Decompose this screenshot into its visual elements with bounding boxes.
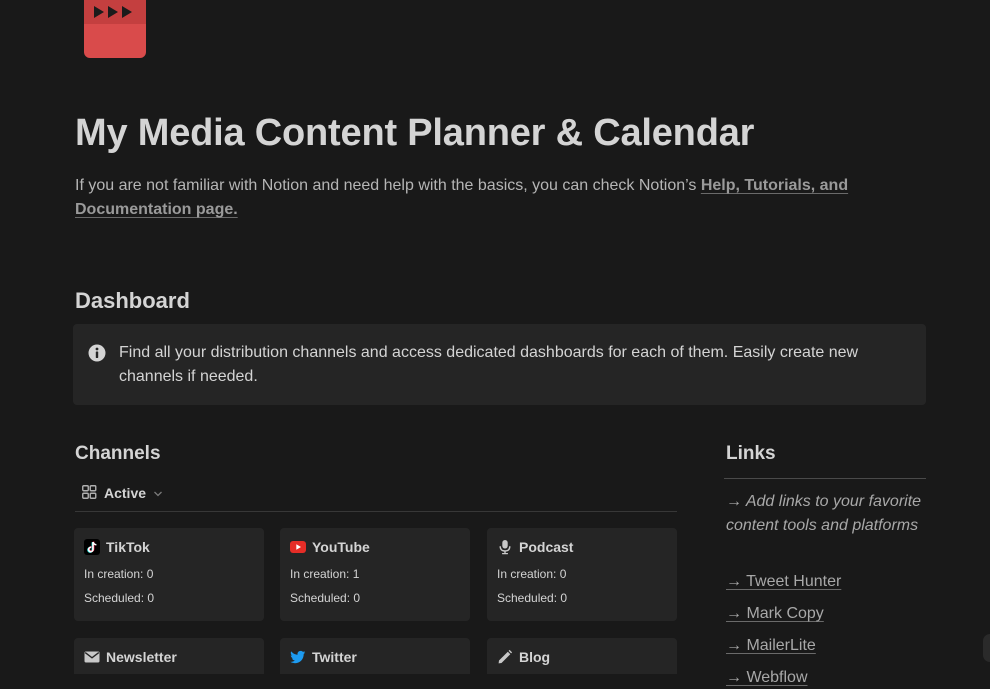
dashboard-heading: Dashboard bbox=[75, 288, 190, 313]
intro-text-body: If you are not familiar with Notion and … bbox=[75, 177, 701, 194]
link-webflow[interactable]: → Webflow bbox=[726, 667, 808, 689]
view-tab-active[interactable]: Active bbox=[82, 482, 163, 504]
page-title: My Media Content Planner & Calendar bbox=[75, 112, 755, 154]
link-mark-copy[interactable]: → Mark Copy bbox=[726, 603, 824, 625]
scrollbar-thumb[interactable] bbox=[983, 634, 990, 662]
pencil-icon bbox=[498, 649, 513, 664]
channel-card-twitter[interactable]: Twitter bbox=[280, 638, 470, 674]
channel-card-podcast[interactable]: Podcast In creation: 0 Scheduled: 0 bbox=[487, 528, 677, 621]
links-heading: Links bbox=[726, 443, 776, 464]
view-tab-label: Active bbox=[104, 485, 147, 501]
scheduled-count: Scheduled: 0 bbox=[290, 591, 361, 605]
microphone-icon bbox=[499, 540, 511, 555]
clapperboard-icon[interactable] bbox=[84, 0, 146, 58]
channel-card-title: Newsletter bbox=[106, 649, 177, 665]
chevron-down-icon bbox=[153, 485, 163, 501]
in-creation-count: In creation: 0 bbox=[497, 567, 567, 581]
scheduled-count: Scheduled: 0 bbox=[84, 591, 155, 605]
twitter-icon bbox=[290, 650, 306, 664]
callout-text: Find all your distribution channels and … bbox=[119, 344, 859, 385]
youtube-icon bbox=[290, 541, 306, 553]
channel-card-youtube[interactable]: YouTube In creation: 1 Scheduled: 0 bbox=[280, 528, 470, 621]
in-creation-count: In creation: 0 bbox=[84, 567, 154, 581]
gallery-icon bbox=[82, 484, 97, 502]
scheduled-count: Scheduled: 0 bbox=[497, 591, 568, 605]
channel-card-title: YouTube bbox=[312, 539, 370, 555]
view-divider bbox=[75, 511, 677, 512]
channel-card-newsletter[interactable]: Newsletter bbox=[74, 638, 264, 674]
tiktok-icon bbox=[84, 539, 100, 555]
links-divider bbox=[724, 478, 926, 479]
channels-heading: Channels bbox=[75, 443, 161, 464]
channel-card-title: Podcast bbox=[519, 539, 574, 555]
channel-card-tiktok[interactable]: TikTok In creation: 0 Scheduled: 0 bbox=[74, 528, 264, 621]
info-icon bbox=[88, 344, 106, 362]
link-mailerlite[interactable]: → MailerLite bbox=[726, 635, 816, 657]
channel-card-title: Twitter bbox=[312, 649, 357, 665]
intro-text: If you are not familiar with Notion and … bbox=[75, 174, 895, 222]
envelope-icon bbox=[84, 651, 100, 663]
in-creation-count: In creation: 1 bbox=[290, 567, 360, 581]
dashboard-callout: Find all your distribution channels and … bbox=[73, 324, 926, 405]
channel-card-title: Blog bbox=[519, 649, 551, 665]
channel-card-title: TikTok bbox=[106, 539, 150, 555]
links-note: → Add links to your favorite content too… bbox=[726, 493, 922, 534]
link-tweet-hunter[interactable]: → Tweet Hunter bbox=[726, 571, 841, 593]
channel-card-blog[interactable]: Blog bbox=[487, 638, 677, 674]
